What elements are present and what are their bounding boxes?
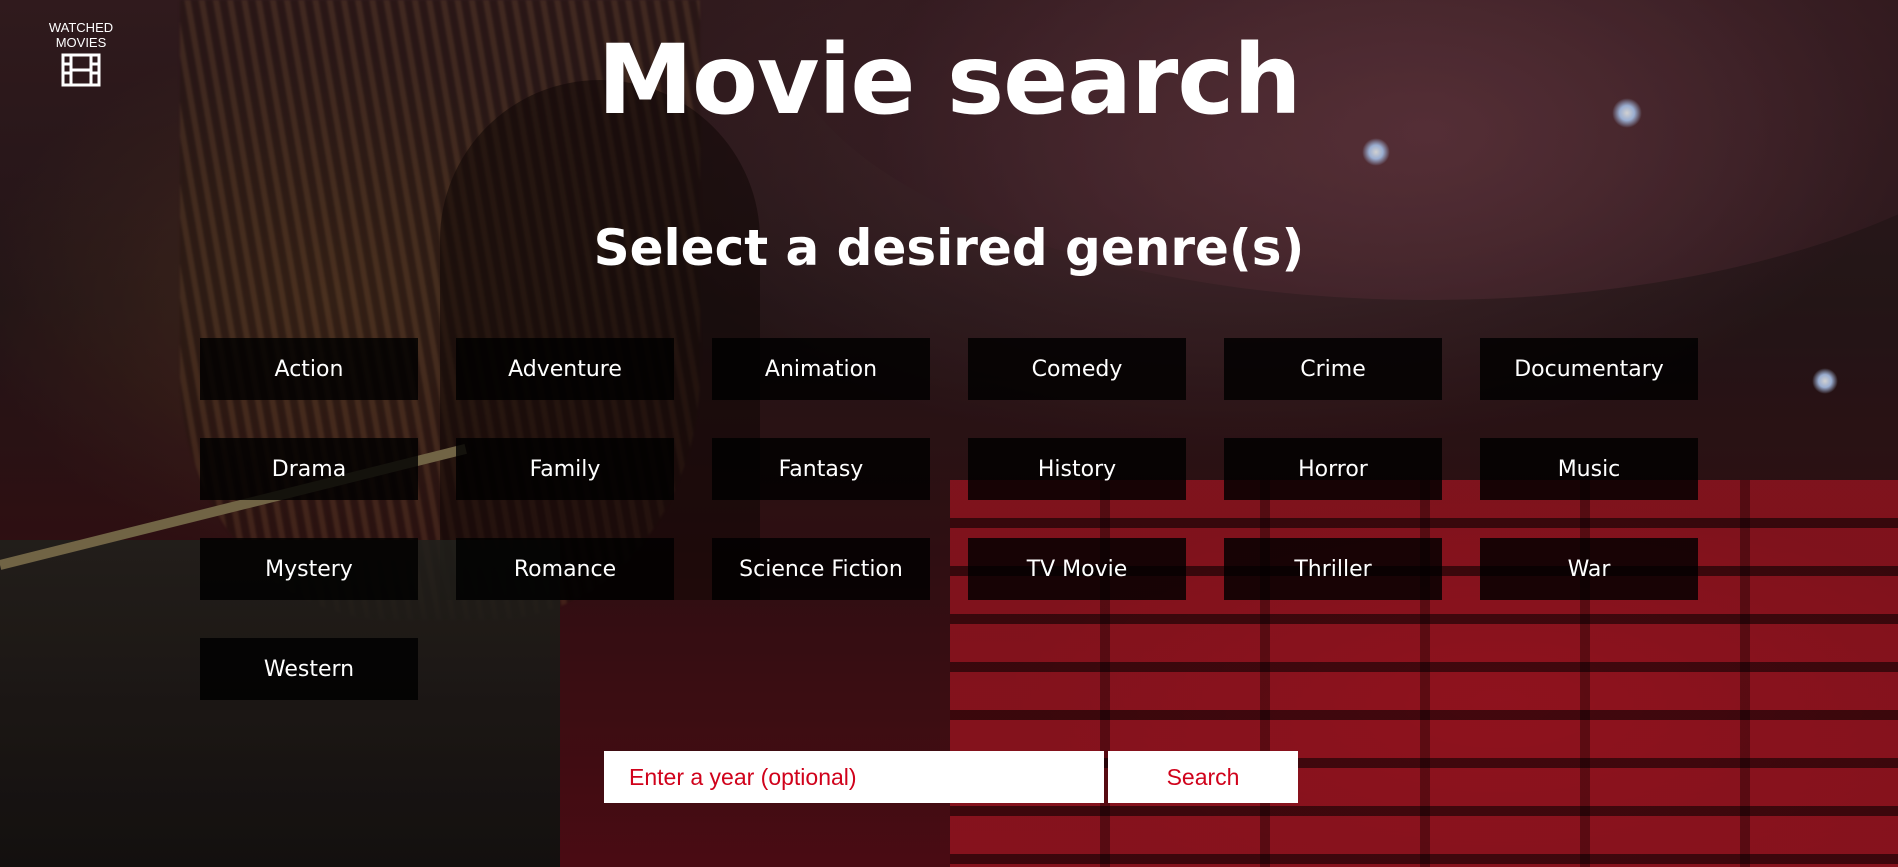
search-bar: Search <box>604 751 1298 803</box>
genre-button-crime[interactable]: Crime <box>1224 338 1442 400</box>
page-title: Movie search <box>597 24 1301 136</box>
genre-button-war[interactable]: War <box>1480 538 1698 600</box>
genre-button-adventure[interactable]: Adventure <box>456 338 674 400</box>
genre-button-comedy[interactable]: Comedy <box>968 338 1186 400</box>
genre-button-drama[interactable]: Drama <box>200 438 418 500</box>
genre-button-fantasy[interactable]: Fantasy <box>712 438 930 500</box>
genre-button-music[interactable]: Music <box>1480 438 1698 500</box>
year-input[interactable] <box>604 751 1104 803</box>
genre-button-history[interactable]: History <box>968 438 1186 500</box>
search-button[interactable]: Search <box>1108 751 1298 803</box>
genre-button-family[interactable]: Family <box>456 438 674 500</box>
genre-button-documentary[interactable]: Documentary <box>1480 338 1698 400</box>
genre-button-thriller[interactable]: Thriller <box>1224 538 1442 600</box>
genre-button-action[interactable]: Action <box>200 338 418 400</box>
genre-heading: Select a desired genre(s) <box>593 219 1305 277</box>
genre-button-horror[interactable]: Horror <box>1224 438 1442 500</box>
genre-button-mystery[interactable]: Mystery <box>200 538 418 600</box>
genre-button-animation[interactable]: Animation <box>712 338 930 400</box>
genre-button-tv-movie[interactable]: TV Movie <box>968 538 1186 600</box>
genre-button-western[interactable]: Western <box>200 638 418 700</box>
genre-button-romance[interactable]: Romance <box>456 538 674 600</box>
genre-grid: Action Adventure Animation Comedy Crime … <box>200 338 1700 700</box>
genre-button-science-fiction[interactable]: Science Fiction <box>712 538 930 600</box>
